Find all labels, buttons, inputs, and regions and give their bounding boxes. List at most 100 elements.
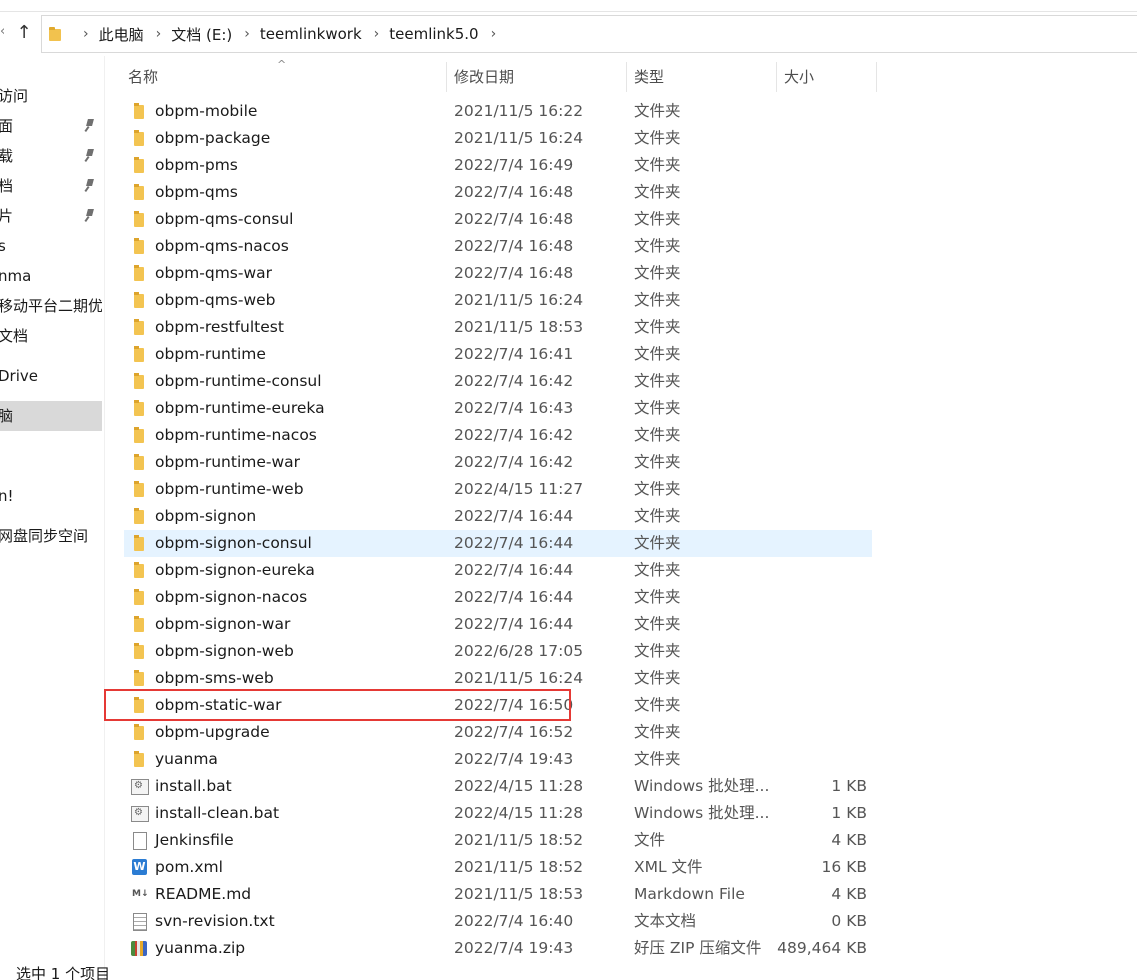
column-divider[interactable] xyxy=(446,62,447,92)
sidebar-item-onedrive[interactable]: Drive xyxy=(0,362,102,390)
file-row[interactable]: obpm-runtime-nacos 2022/7/4 16:42 文件夹 xyxy=(124,422,872,449)
file-type: 文件夹 xyxy=(634,561,681,579)
column-divider[interactable] xyxy=(776,62,777,92)
file-date: 2022/7/4 16:41 xyxy=(454,345,574,363)
breadcrumb-teemlinkwork[interactable]: teemlinkwork xyxy=(260,25,362,43)
file-row[interactable]: obpm-restfultest 2021/11/5 18:53 文件夹 xyxy=(124,314,872,341)
file-row[interactable]: obpm-qms-war 2022/7/4 16:48 文件夹 xyxy=(124,260,872,287)
breadcrumb-teemlink5[interactable]: teemlink5.0 xyxy=(389,25,478,43)
file-name: obpm-package xyxy=(155,129,271,147)
file-row[interactable]: obpm-signon-web 2022/6/28 17:05 文件夹 xyxy=(124,638,872,665)
sidebar-item-pictures[interactable]: 片 xyxy=(0,202,102,230)
file-type: 文件夹 xyxy=(634,210,681,228)
file-row[interactable]: obpm-qms 2022/7/4 16:48 文件夹 xyxy=(124,179,872,206)
file-row[interactable]: obpm-pms 2022/7/4 16:49 文件夹 xyxy=(124,152,872,179)
file-type: Windows 批处理... xyxy=(634,804,770,822)
file-row[interactable]: obpm-runtime-eureka 2022/7/4 16:43 文件夹 xyxy=(124,395,872,422)
file-row[interactable]: Jenkinsfile 2021/11/5 18:52 文件 4 KB xyxy=(124,827,872,854)
file-row[interactable]: README.md 2021/11/5 18:53 Markdown File 4 K… xyxy=(124,881,872,908)
column-divider[interactable] xyxy=(876,62,877,92)
file-name: README.md xyxy=(155,885,252,903)
sidebar-item-quick-access[interactable]: 访问 xyxy=(0,82,102,110)
folder-icon xyxy=(130,643,148,660)
column-divider[interactable] xyxy=(626,62,627,92)
breadcrumb-this-pc[interactable]: 此电脑 xyxy=(99,24,144,45)
up-arrow-icon[interactable]: ↑ xyxy=(14,21,34,45)
sidebar-item-documents[interactable]: 档 xyxy=(0,172,102,200)
file-date: 2022/7/4 16:44 xyxy=(454,615,574,633)
folder-icon xyxy=(130,319,148,336)
file-name: yuanma.zip xyxy=(155,939,246,957)
sidebar-item-this-pc[interactable]: 脑 xyxy=(0,401,102,431)
file-row[interactable]: obpm-signon-war 2022/7/4 16:44 文件夹 xyxy=(124,611,872,638)
file-type: 文件夹 xyxy=(634,696,681,714)
file-name: yuanma xyxy=(155,750,218,768)
file-row[interactable]: obpm-signon-eureka 2022/7/4 16:44 文件夹 xyxy=(124,557,872,584)
sidebar-item-desktop[interactable]: 面 xyxy=(0,112,102,140)
file-type: XML 文件 xyxy=(634,858,703,876)
chevron-right-icon[interactable]: › xyxy=(374,26,380,42)
folder-icon xyxy=(130,373,148,390)
markdown-file-icon xyxy=(130,886,149,903)
sidebar-item-downloads[interactable]: 载 xyxy=(0,142,102,170)
file-type: 文件夹 xyxy=(634,750,681,768)
file-type: 文件夹 xyxy=(634,102,681,120)
file-name: pom.xml xyxy=(155,858,223,876)
file-size: 1 KB xyxy=(831,804,867,822)
file-row[interactable]: obpm-upgrade 2022/7/4 16:52 文件夹 xyxy=(124,719,872,746)
folder-icon xyxy=(130,616,148,633)
file-row[interactable]: yuanma.zip 2022/7/4 19:43 好压 ZIP 压缩文件 489,4… xyxy=(124,935,872,962)
pane-divider[interactable] xyxy=(104,56,105,980)
sidebar-item-mobile-platform[interactable]: 移动平台二期优 xyxy=(0,292,102,320)
file-row[interactable]: yuanma 2022/7/4 19:43 文件夹 xyxy=(124,746,872,773)
file-row[interactable]: obpm-qms-nacos 2022/7/4 16:48 文件夹 xyxy=(124,233,872,260)
file-date: 2022/7/4 16:42 xyxy=(454,453,574,471)
back-chevron-icon[interactable]: ‹ xyxy=(0,24,12,44)
file-row[interactable]: obpm-qms-consul 2022/7/4 16:48 文件夹 xyxy=(124,206,872,233)
sidebar-item-network[interactable]: n! xyxy=(0,482,102,510)
address-bar[interactable]: › 此电脑 › 文档 (E:) › teemlinkwork › teemlin… xyxy=(41,15,1137,53)
chevron-right-icon[interactable]: › xyxy=(491,26,497,42)
file-name: obpm-qms xyxy=(155,183,238,201)
file-row[interactable]: install-clean.bat 2022/4/15 11:28 Windows … xyxy=(124,800,872,827)
folder-icon xyxy=(130,535,148,552)
sidebar-item-s[interactable]: s xyxy=(0,232,102,260)
file-row[interactable]: obpm-signon-consul 2022/7/4 16:44 文件夹 xyxy=(124,530,872,557)
column-header-type[interactable]: 类型 xyxy=(634,62,664,92)
file-name: obpm-pms xyxy=(155,156,238,174)
file-row[interactable]: obpm-sms-web 2021/11/5 16:24 文件夹 xyxy=(124,665,872,692)
file-row[interactable]: install.bat 2022/4/15 11:28 Windows 批处理...… xyxy=(124,773,872,800)
file-name: Jenkinsfile xyxy=(155,831,234,849)
file-type: 文件夹 xyxy=(634,453,681,471)
file-row[interactable]: obpm-runtime-web 2022/4/15 11:27 文件夹 xyxy=(124,476,872,503)
file-name: obpm-runtime-web xyxy=(155,480,304,498)
chevron-right-icon[interactable]: › xyxy=(83,26,89,42)
chevron-right-icon[interactable]: › xyxy=(156,26,162,42)
column-header-size[interactable]: 大小 xyxy=(784,62,814,92)
column-header-name[interactable]: 名称 xyxy=(128,62,158,92)
sidebar-item-yuanma[interactable]: nma xyxy=(0,262,102,290)
chevron-right-icon[interactable]: › xyxy=(244,26,250,42)
file-row[interactable]: obpm-runtime-war 2022/7/4 16:42 文件夹 xyxy=(124,449,872,476)
file-row[interactable]: svn-revision.txt 2022/7/4 16:40 文本文档 0 KB xyxy=(124,908,872,935)
file-row[interactable]: obpm-runtime 2022/7/4 16:41 文件夹 xyxy=(124,341,872,368)
file-row[interactable]: obpm-mobile 2021/11/5 16:22 文件夹 xyxy=(124,98,872,125)
breadcrumb-drive-e[interactable]: 文档 (E:) xyxy=(171,24,232,45)
column-header-date[interactable]: 修改日期 xyxy=(454,62,514,92)
file-date: 2021/11/5 16:22 xyxy=(454,102,584,120)
file-row[interactable]: obpm-signon 2022/7/4 16:44 文件夹 xyxy=(124,503,872,530)
file-name: svn-revision.txt xyxy=(155,912,275,930)
xml-file-icon xyxy=(130,859,148,876)
file-row[interactable]: obpm-package 2021/11/5 16:24 文件夹 xyxy=(124,125,872,152)
file-row[interactable]: obpm-runtime-consul 2022/7/4 16:42 文件夹 xyxy=(124,368,872,395)
file-row[interactable]: obpm-qms-web 2021/11/5 16:24 文件夹 xyxy=(124,287,872,314)
file-row[interactable]: obpm-signon-nacos 2022/7/4 16:44 文件夹 xyxy=(124,584,872,611)
folder-icon xyxy=(130,724,148,741)
sidebar-item-netdisk-sync[interactable]: 网盘同步空间 xyxy=(0,522,102,550)
folder-icon xyxy=(130,130,148,147)
sidebar-item-docs[interactable]: 文档 xyxy=(0,322,102,350)
file-row[interactable]: pom.xml 2021/11/5 18:52 XML 文件 16 KB xyxy=(124,854,872,881)
zip-archive-icon xyxy=(130,940,148,957)
file-date: 2022/7/4 16:44 xyxy=(454,507,574,525)
file-type: 文件夹 xyxy=(634,183,681,201)
